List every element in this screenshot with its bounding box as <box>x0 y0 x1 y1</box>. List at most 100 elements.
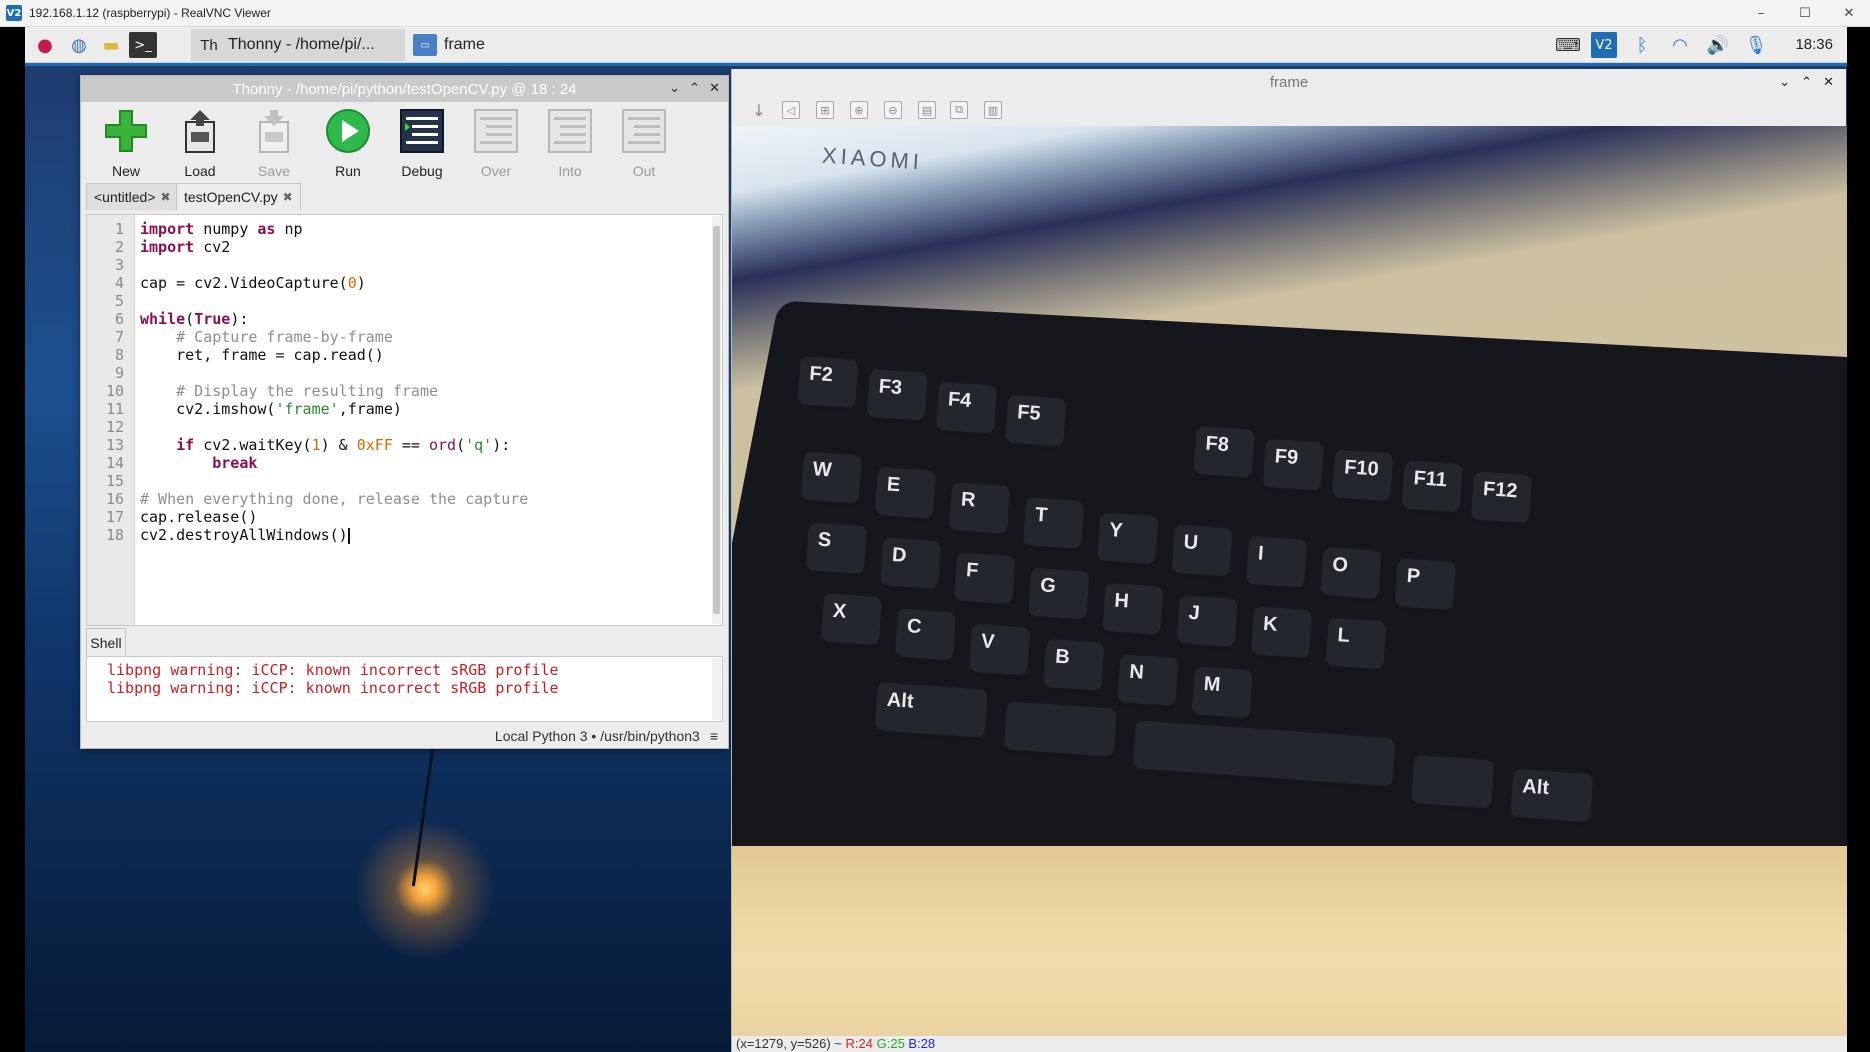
arrow-down-icon[interactable]: ↓ <box>750 101 768 120</box>
green-value: G:25 <box>876 1036 905 1051</box>
line-number: 8 <box>114 346 124 364</box>
tab-shell[interactable]: Shell <box>86 628 126 656</box>
realvnc-icon: V2 <box>6 5 22 21</box>
blue-value: B:28 <box>908 1036 936 1051</box>
zoom-out-icon[interactable]: ⊖ <box>884 101 902 119</box>
text-cursor <box>347 527 350 544</box>
shell-output-line: libpng warning: iCCP: known incorrect sR… <box>107 661 559 679</box>
code-line[interactable]: cv2.imshow('frame',frame) <box>140 400 402 418</box>
code-editor[interactable]: 1 2 3 4 5 6 7 8 9 10 11 12 13 14 15 16 1… <box>86 214 723 626</box>
task-frame-label: frame <box>444 36 485 53</box>
thonny-minimize-icon[interactable]: ⌄ <box>669 80 680 96</box>
close-tab-icon[interactable]: ✖ <box>283 190 293 204</box>
new-button[interactable]: New <box>91 106 161 179</box>
scrollbar-thumb[interactable] <box>713 226 720 614</box>
raspberry-menu-icon[interactable]: ● <box>31 32 59 58</box>
window-icon: ▭ <box>413 34 437 56</box>
line-number: 4 <box>114 274 124 292</box>
tab-testopencv[interactable]: testOpenCV.py ✖ <box>176 183 301 210</box>
properties-icon[interactable]: ▥ <box>984 101 1002 119</box>
vnc-server-icon[interactable]: V2 <box>1591 32 1617 58</box>
debug-button[interactable]: Debug <box>387 106 457 179</box>
shell-panel[interactable]: libpng warning: iCCP: known incorrect sR… <box>86 656 723 722</box>
code-line[interactable]: cv2.destroyAllWindows() <box>140 526 350 544</box>
code-line[interactable]: cap = cv2.VideoCapture(0) <box>140 274 366 292</box>
code-line[interactable]: # When everything done, release the capt… <box>140 490 528 508</box>
copy-image-icon[interactable]: ⧉ <box>950 101 968 119</box>
line-number: 14 <box>105 454 124 472</box>
code-line[interactable]: cap.release() <box>140 508 257 526</box>
red-value: R:24 <box>845 1036 873 1051</box>
interpreter-label: Local Python 3 • /usr/bin/python3 <box>494 728 700 744</box>
line-number: 13 <box>105 436 124 454</box>
code-line[interactable]: ret, frame = cap.read() <box>140 346 384 364</box>
run-icon <box>323 106 373 156</box>
minimize-button[interactable]: – <box>1738 0 1784 27</box>
pan-left-icon[interactable]: ◁ <box>782 101 800 119</box>
opencv-frame-window[interactable]: frame ⌄ ⌃ ✕ ↓ ◁ ⊞ ⊕ ⊖ ▤ ⧉ ▥ XIAOMI F2 F3… <box>731 69 1847 1052</box>
line-number: 18 <box>105 526 124 544</box>
file-manager-icon[interactable]: ▬ <box>97 32 125 58</box>
maximize-button[interactable]: ☐ <box>1782 0 1828 27</box>
frame-titlebar[interactable]: frame ⌄ ⌃ ✕ <box>732 69 1846 95</box>
clock[interactable]: 18:36 <box>1795 36 1833 53</box>
step-into-button[interactable]: Into <box>535 106 605 179</box>
run-button[interactable]: Run <box>313 106 383 179</box>
frame-title: frame <box>1269 73 1309 91</box>
monitor-brand-logo: XIAOMI <box>821 142 924 175</box>
shell-scrollbar[interactable] <box>712 658 721 720</box>
code-line[interactable]: while(True): <box>140 310 248 328</box>
thonny-maximize-icon[interactable]: ⌃ <box>689 80 700 96</box>
frame-toolbar: ↓ ◁ ⊞ ⊕ ⊖ ▤ ⧉ ▥ <box>732 95 1846 125</box>
editor-tabs: <untitled> ✖ testOpenCV.py ✖ <box>81 180 728 210</box>
code-line[interactable]: # Capture frame-by-frame <box>140 328 393 346</box>
load-button[interactable]: Load <box>165 106 235 179</box>
code-line[interactable]: # Display the resulting frame <box>140 382 438 400</box>
close-button[interactable]: ✕ <box>1826 0 1870 27</box>
volume-icon[interactable]: 🔊 <box>1705 32 1731 58</box>
zoom-in-icon[interactable]: ⊕ <box>850 101 868 119</box>
frame-close-icon[interactable]: ✕ <box>1823 74 1834 90</box>
line-number: 9 <box>114 364 124 382</box>
save-image-icon[interactable]: ▤ <box>918 101 936 119</box>
close-tab-icon[interactable]: ✖ <box>161 190 171 204</box>
thonny-close-icon[interactable]: ✕ <box>709 80 720 96</box>
cursor-coords: (x=1279, y=526) ~ <box>736 1036 842 1051</box>
thonny-titlebar[interactable]: Thonny - /home/pi/python/testOpenCV.py @… <box>81 76 728 102</box>
interpreter-status[interactable]: Local Python 3 • /usr/bin/python3 ≡ <box>81 724 728 748</box>
editor-scrollbar[interactable] <box>712 216 721 624</box>
tab-untitled[interactable]: <untitled> ✖ <box>86 183 179 210</box>
vnc-titlebar: V2 192.168.1.12 (raspberrypi) - RealVNC … <box>0 0 1870 27</box>
line-number: 12 <box>105 418 124 436</box>
thonny-window[interactable]: Thonny - /home/pi/python/testOpenCV.py @… <box>80 75 729 749</box>
code-line[interactable]: break <box>140 454 257 472</box>
task-thonny-label: Thonny - /home/pi/... <box>228 36 375 53</box>
web-browser-icon[interactable]: ◍ <box>65 32 93 58</box>
task-frame[interactable]: ▭ frame <box>407 29 537 61</box>
menu-icon[interactable]: ≡ <box>710 728 718 744</box>
camera-frame-image[interactable]: XIAOMI F2 F3 F4 F5 F8 F9 F10 F11 F12 W E… <box>732 126 1847 1036</box>
desk-surface <box>732 846 1847 1036</box>
thonny-toolbar: New Load Save Run Debug Over Into Out <box>81 102 728 180</box>
zoom-fit-icon[interactable]: ⊞ <box>816 101 834 119</box>
keyboard-icon[interactable]: ⌨ <box>1555 32 1581 58</box>
frame-maximize-icon[interactable]: ⌃ <box>1801 74 1812 90</box>
thonny-icon: Th <box>200 36 218 54</box>
line-number: 6 <box>114 310 124 328</box>
remote-desktop[interactable]: ● ◍ ▬ >_ Th Thonny - /home/pi/... ▭ fram… <box>25 27 1847 1052</box>
task-thonny[interactable]: Th Thonny - /home/pi/... <box>191 29 405 61</box>
terminal-icon[interactable]: >_ <box>129 32 157 58</box>
code-line[interactable]: if cv2.waitKey(1) & 0xFF == ord('q'): <box>140 436 510 454</box>
microphone-icon[interactable]: 🎙 <box>1743 32 1769 58</box>
frame-minimize-icon[interactable]: ⌄ <box>1779 74 1790 90</box>
step-out-button[interactable]: Out <box>609 106 679 179</box>
bluetooth-icon[interactable]: ᛒ <box>1629 32 1655 58</box>
line-number: 17 <box>105 508 124 526</box>
debug-icon <box>397 106 447 156</box>
step-over-button[interactable]: Over <box>461 106 531 179</box>
code-line[interactable]: import cv2 <box>140 238 230 256</box>
save-button[interactable]: Save <box>239 106 309 179</box>
line-number-gutter: 1 2 3 4 5 6 7 8 9 10 11 12 13 14 15 16 1… <box>87 215 135 625</box>
wifi-icon[interactable]: ◠ <box>1667 32 1693 58</box>
code-line[interactable]: import numpy as np <box>140 220 303 238</box>
